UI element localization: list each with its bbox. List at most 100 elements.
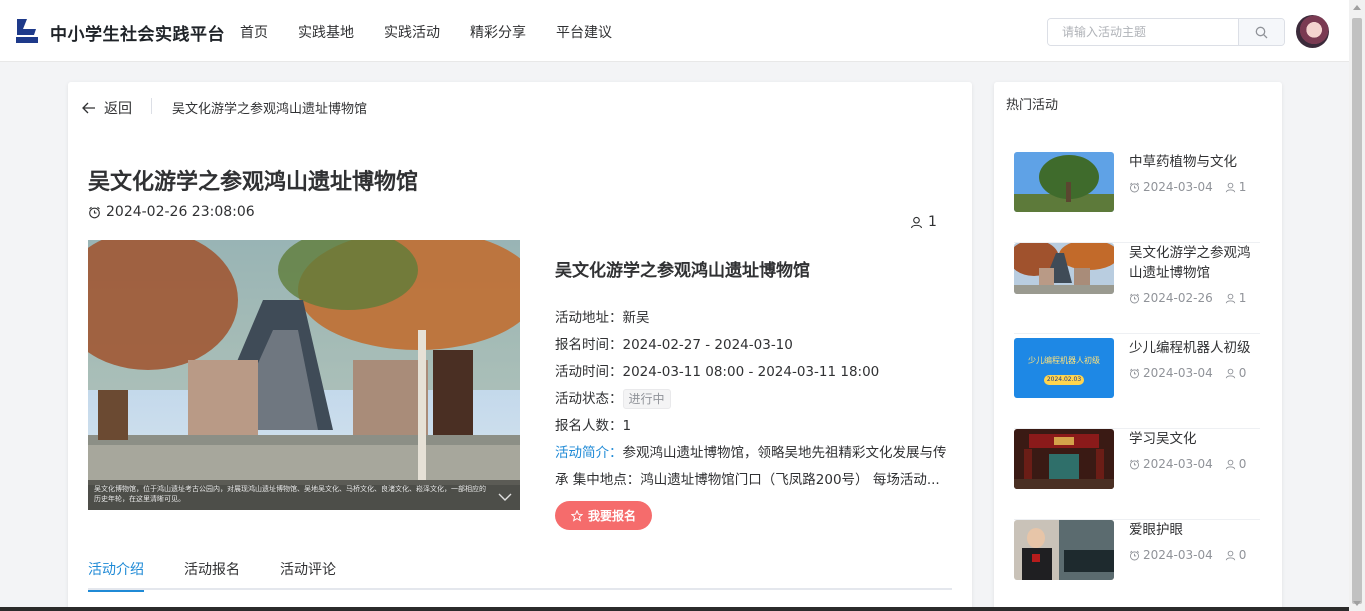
info-row-signup-time: 报名时间：2024-02-27 - 2024-03-10: [555, 332, 955, 359]
signup-button[interactable]: 我要报名: [555, 501, 652, 530]
search-icon: [1255, 26, 1268, 38]
hot-activity-meta: 2024-03-04 0: [1129, 457, 1246, 471]
user-icon: [1225, 182, 1235, 192]
hot-activity-count: 0: [1238, 548, 1247, 562]
hot-activity-date: 2024-03-04: [1143, 180, 1213, 194]
thumbnail-text: 少儿编程机器人初级: [1028, 356, 1100, 365]
nav-item-bases[interactable]: 实践基地: [298, 22, 354, 42]
hot-activity-title: 吴文化游学之参观鸿山遗址博物馆: [1129, 245, 1251, 281]
hot-activity-count: 0: [1238, 457, 1247, 471]
hot-activity-title: 少儿编程机器人初级: [1129, 340, 1251, 356]
hot-activity-thumbnail: [1014, 520, 1114, 580]
hot-activity-count: 1: [1238, 180, 1247, 194]
breadcrumb-divider: [151, 98, 152, 114]
hot-activity-title: 爱眼护眼: [1129, 522, 1183, 538]
hot-activity-meta: 2024-02-26 1: [1129, 291, 1246, 305]
back-label: 返回: [104, 101, 132, 117]
hot-activity-thumbnail: [1014, 243, 1114, 294]
participant-count: 1: [910, 214, 937, 230]
signup-time-value: 2024-02-27 - 2024-03-10: [622, 337, 793, 353]
hot-activity-item[interactable]: 中草药植物与文化 2024-03-04 1: [1014, 152, 1260, 243]
signup-button-label: 我要报名: [587, 509, 636, 523]
nav-item-sharing[interactable]: 精彩分享: [470, 22, 526, 42]
scroll-down-arrow-icon[interactable]: [1353, 601, 1361, 606]
clock-icon: [1129, 182, 1140, 192]
hot-activity-date: 2024-03-04: [1143, 366, 1213, 380]
user-avatar[interactable]: [1296, 15, 1329, 48]
user-icon: [910, 216, 923, 228]
status-badge: 进行中: [622, 389, 671, 409]
clock-icon: [1129, 293, 1140, 303]
intro-label: 活动简介：: [555, 445, 623, 461]
info-row-count: 报名人数：1: [555, 413, 955, 440]
back-button[interactable]: 返回: [82, 98, 132, 118]
main-nav: 首页 实践基地 实践活动 精彩分享 平台建议: [240, 22, 642, 42]
hot-activity-count: 0: [1238, 366, 1247, 380]
hot-activity-item[interactable]: 爱眼护眼 2024-03-04 0: [1014, 520, 1260, 611]
info-row-status: 活动状态： 进行中: [555, 386, 955, 413]
publish-time-value: 2024-02-26 23:08:06: [106, 204, 255, 220]
nav-item-activities[interactable]: 实践活动: [384, 22, 440, 42]
page-title: 吴文化游学之参观鸿山遗址博物馆: [88, 170, 419, 195]
hot-activity-thumbnail: [1014, 429, 1114, 489]
nav-item-suggestions[interactable]: 平台建议: [556, 22, 612, 42]
search-button[interactable]: [1238, 19, 1284, 45]
activity-time-value: 2024-03-11 08:00 - 2024-03-11 18:00: [622, 364, 880, 380]
hot-activity-thumbnail: [1014, 152, 1114, 212]
activity-photo[interactable]: 吴文化博物馆，位于鸿山遗址考古公园内，对展现鸿山遗址博物馆、吴地吴文化、马桥文化…: [88, 240, 520, 510]
tab-signup[interactable]: 活动报名: [184, 552, 240, 590]
signup-time-label: 报名时间：: [555, 337, 623, 353]
user-icon: [1225, 293, 1235, 303]
search-input[interactable]: [1048, 19, 1238, 45]
activity-subtitle: 吴文化游学之参观鸿山遗址博物馆: [555, 261, 810, 281]
star-icon: [570, 509, 583, 522]
hot-activity-count: 1: [1238, 291, 1247, 305]
window-bottom-edge: [0, 607, 1349, 611]
hot-activity-meta: 2024-03-04 1: [1129, 180, 1246, 194]
hot-activity-meta: 2024-03-04 0: [1129, 548, 1246, 562]
clock-icon: [1129, 550, 1140, 560]
tab-intro[interactable]: 活动介绍: [88, 552, 144, 592]
hot-activity-item[interactable]: 学习吴文化 2024-03-04 0: [1014, 429, 1260, 520]
address-label: 活动地址：: [555, 310, 623, 326]
info-row-activity-time: 活动时间：2024-03-11 08:00 - 2024-03-11 18:00: [555, 359, 955, 386]
user-icon: [1225, 550, 1235, 560]
breadcrumb-current: 吴文化游学之参观鸿山遗址博物馆: [172, 102, 368, 117]
clock-icon: [1129, 459, 1140, 469]
hot-activities-panel: 热门活动 中草药植物与文化 2024-03-04 1 吴文化游学之参观鸿山遗址博…: [994, 82, 1282, 611]
address-value: 新吴: [622, 310, 650, 326]
hot-activities-title: 热门活动: [1006, 98, 1059, 113]
search-box: [1047, 18, 1285, 46]
thumbnail-date: 2024.02.03: [1044, 375, 1084, 385]
chevron-down-icon[interactable]: [498, 493, 512, 502]
tab-comments[interactable]: 活动评论: [280, 552, 336, 590]
clock-icon: [1129, 368, 1140, 378]
clock-icon: [89, 206, 100, 218]
activity-detail-card: 返回 吴文化游学之参观鸿山遗址博物馆 吴文化游学之参观鸿山遗址博物馆 2024-…: [68, 82, 972, 611]
scrollbar-thumb[interactable]: [1352, 18, 1362, 604]
user-icon: [1225, 459, 1235, 469]
logo-icon[interactable]: [14, 17, 40, 45]
top-header: 中小学生社会实践平台 首页 实践基地 实践活动 精彩分享 平台建议: [0, 0, 1349, 62]
count-label: 报名人数：: [555, 418, 623, 434]
publish-time: 2024-02-26 23:08:06: [88, 204, 255, 220]
vertical-scrollbar[interactable]: [1349, 0, 1365, 611]
hot-activity-meta: 2024-03-04 0: [1129, 366, 1246, 380]
hot-activity-item[interactable]: 少儿编程机器人初级 2024.02.03 少儿编程机器人初级 2024-03-0…: [1014, 338, 1260, 429]
arrow-left-icon: [82, 102, 95, 114]
hot-activity-date: 2024-02-26: [1143, 291, 1213, 305]
info-row-intro: 活动简介：参观鸿山遗址博物馆，领略吴地先祖精彩文化发展与传承 集中地点：鸿山遗址…: [555, 440, 955, 494]
count-value: 1: [622, 418, 632, 434]
museum-photo-image: [88, 240, 520, 510]
info-row-address: 活动地址：新吴: [555, 305, 955, 332]
status-label: 活动状态：: [555, 391, 623, 407]
nav-item-home[interactable]: 首页: [240, 22, 268, 42]
scroll-up-arrow-icon[interactable]: [1353, 5, 1361, 10]
detail-tabs: 活动介绍 活动报名 活动评论: [88, 552, 952, 592]
user-icon: [1225, 368, 1235, 378]
hot-activity-date: 2024-03-04: [1143, 548, 1213, 562]
hot-activity-item[interactable]: 吴文化游学之参观鸿山遗址博物馆 2024-02-26 1: [1014, 243, 1260, 334]
brand-name[interactable]: 中小学生社会实践平台: [50, 20, 225, 45]
activity-time-label: 活动时间：: [555, 364, 623, 380]
photo-caption: 吴文化博物馆，位于鸿山遗址考古公园内，对展现鸿山遗址博物馆、吴地吴文化、马桥文化…: [88, 480, 520, 510]
